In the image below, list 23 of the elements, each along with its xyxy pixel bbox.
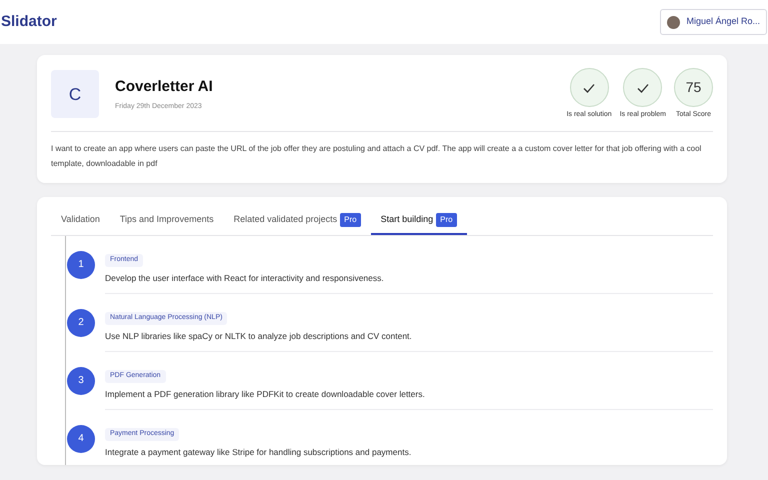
pro-badge: Pro <box>340 212 361 226</box>
step-number: 1 <box>67 250 95 278</box>
tab[interactable]: Related validated projects Pro <box>224 206 371 234</box>
tab[interactable]: Validation <box>51 206 110 234</box>
step-description: Use NLP libraries like spaCy or NLTK to analyze job descriptions and CV content. <box>105 330 413 342</box>
step-description: Implement a PDF generation library like PDFKit to create downloadable cover letters. <box>105 388 426 400</box>
step-description: Integrate a payment gateway like Stripe for handling subscriptions and payments. <box>105 446 412 458</box>
project-initial: C <box>51 70 99 118</box>
step-number: 4 <box>67 424 95 452</box>
check-icon <box>570 68 609 107</box>
step-description: Develop the user interface with React for interactivity and responsiveness. <box>105 272 385 284</box>
project-title: Coverletter AI <box>115 76 214 97</box>
pro-badge: Pro <box>436 212 457 226</box>
check-icon <box>623 68 662 107</box>
score-value: 75 <box>674 68 713 107</box>
step-number: 2 <box>67 308 95 336</box>
idea-description: I want to create an app where users can paste the URL of the job offer they are postuling and attach a CV pdf. The app will create a a custom cover letter for that job offering with a cool template, downloadable in pdf <box>51 130 713 170</box>
user-menu-button[interactable]: Miguel Ángel Ro... <box>660 9 767 35</box>
tab[interactable]: Start building Pro <box>370 206 467 234</box>
avatar-icon <box>667 16 680 28</box>
brand-logo[interactable]: Slidator <box>1 10 57 34</box>
step-number: 3 <box>67 366 95 394</box>
tab[interactable]: Tips and Improvements <box>110 206 224 234</box>
